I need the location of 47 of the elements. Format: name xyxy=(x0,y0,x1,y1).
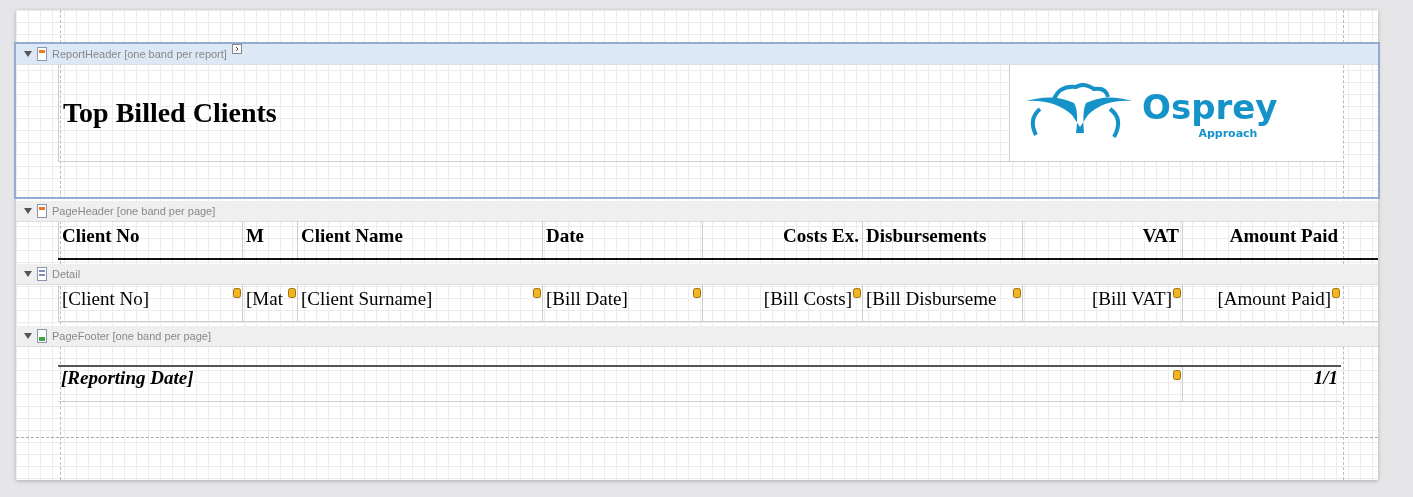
band-label: PageHeader [one band per page] xyxy=(52,205,216,217)
tag-icon[interactable] xyxy=(1332,288,1340,298)
column-header: M xyxy=(242,222,297,258)
data-field[interactable]: [Bill Date] xyxy=(543,285,702,310)
tag-icon[interactable] xyxy=(288,288,296,298)
tag-icon[interactable] xyxy=(693,288,701,298)
column-header: Amount Paid xyxy=(1182,222,1341,258)
report-title: Top Billed Clients xyxy=(62,97,278,129)
data-field[interactable]: [Bill Costs] xyxy=(703,285,862,310)
data-field[interactable]: [Mat xyxy=(243,285,297,310)
band-label: Detail xyxy=(52,268,81,280)
tag-icon[interactable] xyxy=(1013,288,1021,298)
tag-icon[interactable] xyxy=(1173,288,1181,298)
column-header: VAT xyxy=(1022,222,1182,258)
logo-tagline: Approach xyxy=(1198,126,1258,140)
data-field[interactable]: [Client Surname] xyxy=(298,285,542,310)
tag-icon[interactable] xyxy=(533,288,541,298)
band-label: ReportHeader [one band per report] xyxy=(52,48,227,60)
report-header-band[interactable]: ReportHeader [one band per report] Top Billed Clients Osprey Approach xyxy=(14,42,1380,199)
column-header: Client Name xyxy=(297,222,542,258)
column-header: Disbursements xyxy=(862,222,1022,258)
band-label: PageFooter [one band per page] xyxy=(52,330,211,342)
collapse-icon[interactable] xyxy=(24,271,32,277)
page-header-band[interactable]: PageHeader [one band per page] Client No M Client Name Date Costs Ex. Disbursements VAT Amount Paid xyxy=(14,199,1380,262)
data-field[interactable]: [Client No] xyxy=(59,285,242,310)
band-icon xyxy=(37,204,47,218)
page-number-field[interactable]: 1/1 xyxy=(1183,367,1341,401)
tag-icon[interactable] xyxy=(853,288,861,298)
tag-icon[interactable] xyxy=(233,288,241,298)
data-field[interactable]: [Bill VAT] xyxy=(1023,285,1182,310)
column-header: Date xyxy=(542,222,702,258)
band-icon xyxy=(37,329,47,343)
collapse-icon[interactable] xyxy=(24,208,32,214)
column-header: Client No xyxy=(58,222,242,258)
data-field[interactable]: [Amount Paid] xyxy=(1183,285,1341,310)
band-icon xyxy=(37,267,47,281)
page-footer-band[interactable]: PageFooter [one band per page] [Reporting Date] 1/1 xyxy=(14,324,1380,440)
data-field[interactable]: [Bill Disburseme xyxy=(863,285,1022,310)
logo-name: Osprey xyxy=(1142,86,1278,127)
smart-tag-icon[interactable] xyxy=(231,44,242,54)
detail-band[interactable]: Detail [Client No] [Mat [Client Surname] [Bill Date] [Bill Costs] [Bill Disburseme [Bill VAT] [Amount Paid] xyxy=(14,262,1380,324)
reporting-date-field[interactable]: [Reporting Date] xyxy=(58,367,194,388)
tag-icon[interactable] xyxy=(1173,370,1181,380)
collapse-icon[interactable] xyxy=(24,51,32,57)
collapse-icon[interactable] xyxy=(24,333,32,339)
column-header: Costs Ex. xyxy=(702,222,862,258)
band-icon xyxy=(37,47,47,61)
